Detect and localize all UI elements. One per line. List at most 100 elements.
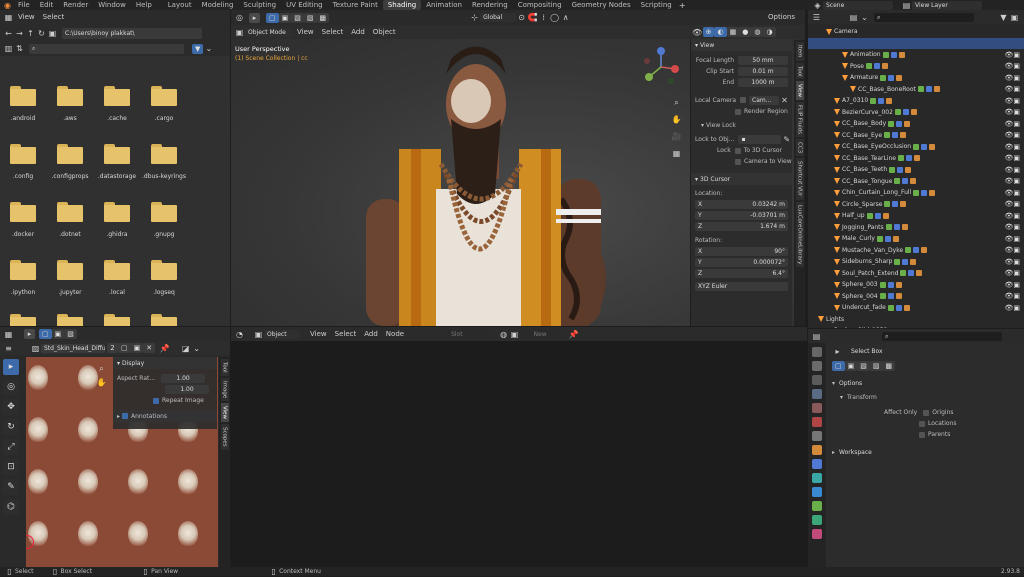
select-tool-icon[interactable]: ▸: [24, 329, 35, 339]
rotation-mode-selector[interactable]: XYZ Euler: [695, 282, 788, 291]
modifier-icon[interactable]: [893, 236, 899, 242]
outliner-row[interactable]: Circle_Sparse👁▣: [808, 199, 1024, 211]
workspace-tab-geometry-nodes[interactable]: Geometry Nodes: [567, 0, 636, 10]
repeat-image-checkbox[interactable]: [153, 398, 159, 404]
modifier-icon[interactable]: [913, 144, 919, 150]
visibility-icon[interactable]: 👁: [692, 27, 703, 38]
shading-material-icon[interactable]: ◍: [751, 27, 763, 37]
modifier-icon[interactable]: [894, 224, 900, 230]
visibility-toggle-icon[interactable]: 👁▣: [1004, 281, 1020, 289]
modifier-icon[interactable]: [888, 282, 894, 288]
modifier-icon[interactable]: [866, 63, 872, 69]
modifier-icon[interactable]: [906, 155, 912, 161]
origins-checkbox[interactable]: [923, 410, 929, 416]
outliner-row[interactable]: Soul_Patch_Extend👁▣: [808, 268, 1024, 280]
outliner-row[interactable]: Animation👁▣: [808, 49, 1024, 61]
data-tab-icon[interactable]: [812, 515, 822, 525]
modifier-icon[interactable]: [874, 63, 880, 69]
image-users-count[interactable]: 2: [107, 343, 118, 353]
select-tool-icon[interactable]: ▸: [249, 13, 260, 23]
outliner-row[interactable]: Sideburns_Sharp👁▣: [808, 256, 1024, 268]
editor-type-icon[interactable]: ▤: [811, 331, 822, 342]
editor-type-icon[interactable]: ☰: [811, 12, 822, 23]
modifier-icon[interactable]: [884, 201, 890, 207]
outliner-row[interactable]: CC_Base_Tongue👁▣: [808, 176, 1024, 188]
modifier-icon[interactable]: [905, 167, 911, 173]
editor-type-icon[interactable]: ▦: [3, 329, 14, 340]
image-tab-tool[interactable]: Tool: [221, 359, 229, 376]
modifier-icon[interactable]: [896, 282, 902, 288]
folder-item[interactable]: .gnupg: [141, 202, 187, 238]
select-subtract-icon[interactable]: ▧: [291, 13, 304, 23]
modifier-icon[interactable]: [886, 224, 892, 230]
visibility-toggle-icon[interactable]: 👁▣: [1004, 85, 1020, 93]
collection-tab-icon[interactable]: [812, 431, 822, 441]
modifier-icon[interactable]: [894, 178, 900, 184]
folder-item[interactable]: .datastorage: [94, 144, 140, 180]
modifier-icon[interactable]: [870, 98, 876, 104]
proportional-edit-icon[interactable]: ◯: [549, 12, 560, 23]
modifier-icon[interactable]: [875, 213, 881, 219]
view-layer-selector[interactable]: View Layer: [912, 1, 982, 10]
modifier-icon[interactable]: [880, 75, 886, 81]
clip-start-field[interactable]: 0.01 m: [738, 67, 788, 76]
visibility-toggle-icon[interactable]: 👁▣: [1004, 120, 1020, 128]
modifier-icon[interactable]: [867, 213, 873, 219]
folder-item[interactable]: .configprops: [47, 144, 93, 180]
folder-item[interactable]: .config: [0, 144, 46, 180]
editor-type-icon[interactable]: ◔: [234, 329, 245, 340]
cursor-tool-icon[interactable]: ◎: [3, 379, 19, 395]
image-browse-icon[interactable]: ▨: [30, 343, 41, 354]
outliner-row[interactable]: Back_cc3iid_1352: [808, 325, 1024, 328]
menu-file[interactable]: File: [13, 0, 35, 10]
zoom-icon[interactable]: ⌕: [671, 97, 682, 108]
outliner-row[interactable]: A7_0310👁▣: [808, 95, 1024, 107]
output-tab-icon[interactable]: [812, 375, 822, 385]
node-add-menu[interactable]: Add: [360, 329, 382, 340]
workspace-tab-compositing[interactable]: Compositing: [513, 0, 567, 10]
image-tab-view[interactable]: View: [221, 403, 229, 422]
modifier-icon[interactable]: [900, 201, 906, 207]
physics-tab-icon[interactable]: [812, 487, 822, 497]
clip-end-field[interactable]: 1000 m: [738, 78, 788, 87]
modifier-icon[interactable]: [904, 121, 910, 127]
select-extend-icon[interactable]: ▣: [279, 13, 292, 23]
local-camera-checkbox[interactable]: [740, 97, 746, 103]
modifier-icon[interactable]: [929, 144, 935, 150]
modifier-icon[interactable]: [882, 63, 888, 69]
visibility-toggle-icon[interactable]: 👁▣: [1004, 108, 1020, 116]
focal-length-field[interactable]: 50 mm: [738, 56, 788, 65]
visibility-toggle-icon[interactable]: 👁▣: [1004, 269, 1020, 277]
path-field[interactable]: C:\Users\binoy plakkat\: [62, 28, 202, 39]
file-search-input[interactable]: ⌕: [29, 44, 184, 54]
back-arrow-icon[interactable]: ←: [3, 28, 14, 39]
filter-icon[interactable]: ▼: [998, 12, 1009, 23]
parent-dir-icon[interactable]: ↑: [25, 28, 36, 39]
npanel-tab-shortcut-vur[interactable]: Shortcut VUr: [796, 158, 804, 199]
modifier-icon[interactable]: [896, 293, 902, 299]
options-section-header[interactable]: ▾ Options: [828, 377, 1024, 389]
outliner-search-input[interactable]: ⌕: [874, 13, 974, 22]
visibility-toggle-icon[interactable]: 👁▣: [1004, 258, 1020, 266]
pin-icon[interactable]: 📌: [159, 343, 170, 354]
visibility-toggle-icon[interactable]: 👁▣: [1004, 212, 1020, 220]
view-layer-tab-icon[interactable]: [812, 389, 822, 399]
snap-icon[interactable]: 🧲: [527, 12, 538, 23]
3d-cursor-section-header[interactable]: ▾ 3D Cursor: [691, 173, 792, 185]
scale-tool-icon[interactable]: ⤢: [3, 439, 19, 455]
visibility-toggle-icon[interactable]: 👁▣: [1004, 154, 1020, 162]
outliner-row[interactable]: CC_Base_Teeth👁▣: [808, 164, 1024, 176]
display-channels-icon[interactable]: ◪: [180, 343, 191, 354]
camera-view-icon[interactable]: 🎥: [671, 131, 682, 142]
sample-tool-icon[interactable]: ⌬: [3, 499, 19, 515]
pivot-icon[interactable]: ⊙: [516, 12, 527, 23]
folder-item[interactable]: .dbus-keyrings: [141, 144, 187, 180]
eyedropper-icon[interactable]: ✎: [781, 134, 792, 145]
modifier-icon[interactable]: [903, 109, 909, 115]
visibility-toggle-icon[interactable]: 👁▣: [1004, 177, 1020, 185]
camera-to-view-checkbox[interactable]: [735, 159, 741, 165]
outliner-row[interactable]: Camera: [808, 26, 1024, 38]
snap-settings-icon[interactable]: ⁞: [538, 12, 549, 23]
scene-selector[interactable]: Scene: [823, 1, 893, 10]
modifier-icon[interactable]: [891, 52, 897, 58]
